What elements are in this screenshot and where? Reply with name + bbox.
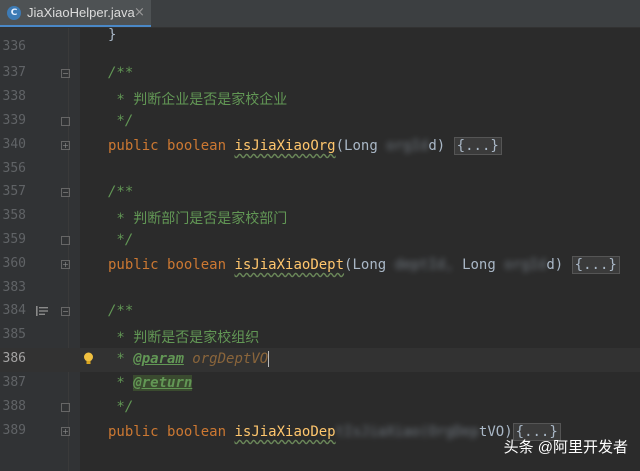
line-number: 359 [2,232,26,247]
code-line[interactable]: 387 * @return [0,372,640,396]
code-text: /** [108,184,134,200]
comment-text: 判断企业是否是家校企业 [133,91,288,107]
line-number: 383 [2,280,26,295]
javadoc-tag: @param [133,351,184,367]
comment-star: * [108,375,134,391]
line-number: 338 [2,89,26,104]
line-number: 340 [2,137,26,152]
params: (Long [335,138,387,154]
code-text: */ [108,232,134,248]
comment-text: 判断部门是否是家校部门 [133,210,288,226]
code-line[interactable]: 340 + public boolean isJiaXiaoOrg(Long o… [0,134,640,158]
fold-marker-icon[interactable]: − [61,307,70,316]
code-text: */ [108,399,134,415]
method-name: isJiaXiaoDept [234,257,345,273]
fold-expand-icon[interactable]: + [61,260,70,269]
line-number: 339 [2,113,26,128]
watermark: 头条 @阿里开发者 [503,439,628,456]
method-name: isJiaXiaoDep [234,424,336,440]
params-end: d) [428,138,454,154]
comment-star: * [108,351,134,367]
fold-end-icon[interactable] [61,117,70,126]
comment-star: * [108,92,134,108]
params: (Long [344,257,395,273]
line-number: 357 [2,184,26,199]
line-number: 358 [2,208,26,223]
folded-body[interactable]: {...} [571,256,620,274]
blurred-param: tIsJiaXiao(OrgDep [335,424,479,440]
fold-marker-icon[interactable]: − [61,188,70,197]
folded-body[interactable]: {...} [453,137,502,155]
code-line[interactable]: 385 * 判断是否是家校组织 [0,324,640,348]
code-line[interactable]: 359 */ [0,229,640,253]
keyword-boolean: boolean [167,424,227,440]
code-line[interactable]: 360 + public boolean isJiaXiaoDept(Long … [0,253,640,277]
lightbulb-icon[interactable] [83,352,94,365]
code-line[interactable]: 357 − /** [0,181,640,205]
code-line[interactable]: 358 * 判断部门是否是家校部门 [0,205,640,229]
line-number: 386 [2,351,26,366]
comment-star: * [108,330,134,346]
code-text: /** [108,303,134,319]
code-text: /** [108,65,134,81]
tab-filename: JiaXiaoHelper.java [27,5,135,20]
blurred-param: orgId [386,138,429,154]
line-number: 337 [2,65,26,80]
code-line[interactable]: 336 } [0,27,640,60]
fold-end-icon[interactable] [61,236,70,245]
keyword-boolean: boolean [167,138,227,154]
line-number: 385 [2,327,26,342]
code-line[interactable]: 383 [0,277,640,301]
code-line-current[interactable]: 386 * @param orgDeptVO [0,348,640,372]
comment-star: * [108,211,134,227]
comment-text: 判断是否是家校组织 [133,329,260,345]
keyword-boolean: boolean [167,257,227,273]
class-icon: C [7,6,21,20]
param-name: orgDeptVO [183,351,269,367]
line-number: 360 [2,256,26,271]
code-line[interactable]: 384 − /** [0,300,640,324]
fold-expand-icon[interactable]: + [61,427,70,436]
keyword-public: public [108,257,159,273]
javadoc-tag: @return [133,375,193,391]
close-icon[interactable]: × [134,5,145,20]
code-line[interactable]: 337 − /** [0,62,640,86]
line-number: 388 [2,399,26,414]
text-cursor [268,351,270,367]
code-line[interactable]: 339 */ [0,110,640,134]
params-end: d) [546,257,572,273]
line-number: 384 [2,303,26,318]
line-number: 336 [2,39,26,54]
code-line[interactable]: 356 [0,158,640,182]
editor-tab-bar: C JiaXiaoHelper.java × [0,0,640,28]
keyword-public: public [108,138,159,154]
code-line[interactable]: 388 */ [0,396,640,420]
line-number: 389 [2,423,26,438]
blurred-param: deptId, [394,257,454,273]
doc-comment-icon[interactable] [36,305,48,317]
blurred-param: orgId [504,257,547,273]
keyword-public: public [108,424,159,440]
fold-marker-icon[interactable]: − [61,69,70,78]
fold-end-icon[interactable] [61,403,70,412]
code-text: } [108,27,117,43]
fold-expand-icon[interactable]: + [61,141,70,150]
code-line[interactable]: 338 * 判断企业是否是家校企业 [0,86,640,110]
code-text: */ [108,113,134,129]
line-number: 356 [2,161,26,176]
line-number: 387 [2,375,26,390]
params-mid: Long [453,257,505,273]
method-name: isJiaXiaoOrg [234,138,336,154]
tab-jiaxiaohelper[interactable]: C JiaXiaoHelper.java × [0,0,151,27]
